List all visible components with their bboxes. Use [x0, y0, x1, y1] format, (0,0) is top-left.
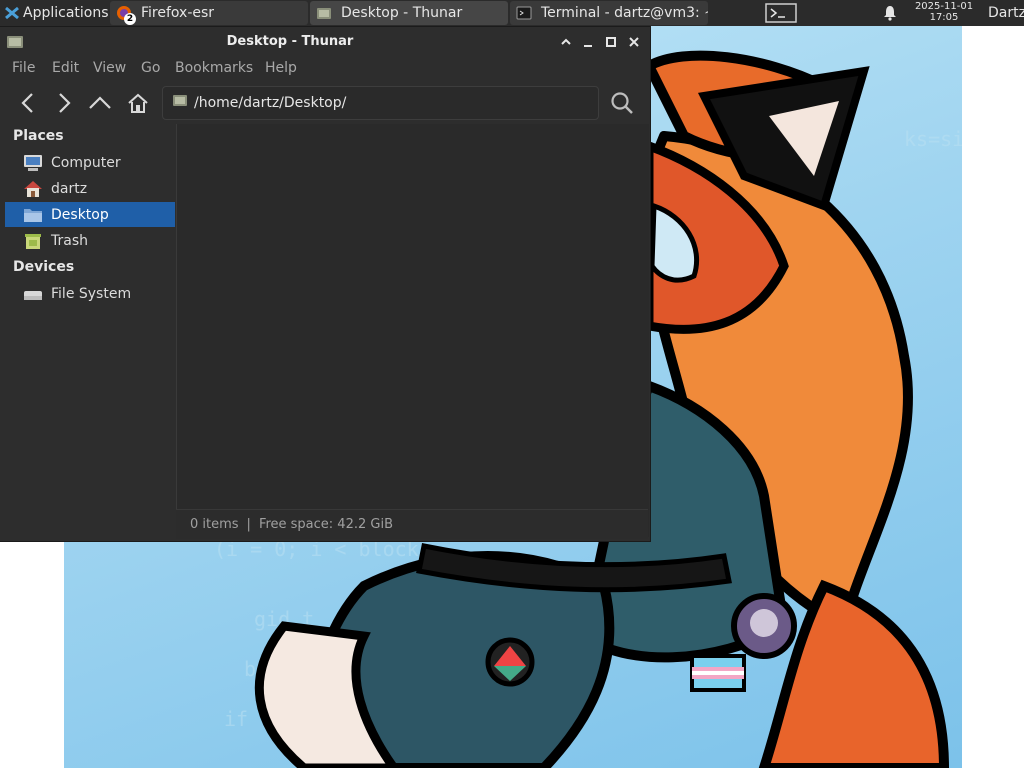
applications-menu-button[interactable]: Applications ☰: [0, 0, 128, 26]
user-menu[interactable]: Dartz: [988, 0, 1024, 26]
home-icon: [128, 93, 148, 113]
menu-file[interactable]: File: [12, 60, 35, 76]
sidebar-item-label: Computer: [51, 154, 121, 171]
close-button[interactable]: [626, 34, 642, 50]
menu-edit[interactable]: Edit: [52, 60, 79, 76]
sidebar-item-label: Trash: [51, 232, 88, 249]
sidebar-item-computer[interactable]: Computer: [5, 150, 175, 175]
places-header: Places: [13, 128, 64, 144]
window-titlebar[interactable]: Desktop - Thunar: [0, 27, 650, 57]
sidebar-item-file-system[interactable]: File System: [5, 281, 175, 306]
top-panel: Applications ☰ 2 Firefox-esr Desktop - T…: [0, 0, 1024, 26]
parent-folder-button[interactable]: [86, 90, 114, 116]
sidebar-item-label: Desktop: [51, 206, 109, 223]
clock[interactable]: 2025-11-01 17:05: [906, 1, 982, 23]
item-count: 0 items: [190, 517, 239, 532]
file-view[interactable]: [176, 124, 649, 537]
computer-icon: [23, 154, 43, 172]
menu-bookmarks[interactable]: Bookmarks: [175, 60, 253, 76]
menu-bar: File Edit View Go Bookmarks Help: [0, 57, 650, 81]
sidebar-item-label: File System: [51, 285, 132, 302]
sidebar-item-dartz[interactable]: dartz: [5, 176, 175, 201]
menu-go[interactable]: Go: [141, 60, 160, 76]
terminal-icon: [516, 5, 532, 21]
window-title: Desktop - Thunar: [226, 34, 354, 49]
back-button[interactable]: [14, 90, 42, 116]
svg-text:ks=si: ks=si: [904, 127, 962, 151]
toolbar: /home/dartz/Desktop/: [0, 83, 650, 123]
status-bar: 0 items | Free space: 42.2 GiB: [176, 509, 648, 539]
taskbar-item-label: Terminal - dartz@vm3: ~: [541, 5, 708, 21]
side-pane: Places Computer dartz Desktop Trash Devi…: [4, 124, 176, 537]
status-separator: |: [246, 517, 251, 532]
bell-icon: [884, 6, 896, 21]
sidebar-item-label: dartz: [51, 180, 88, 197]
taskbar-item-thunar[interactable]: Desktop - Thunar: [310, 1, 508, 25]
search-icon: [611, 92, 633, 114]
home-icon: [23, 180, 43, 198]
thunar-window: Desktop - Thunar File Edit View Go Bookm…: [0, 27, 650, 541]
desktop-folder-icon: [23, 206, 43, 224]
user-name: Dartz: [988, 5, 1024, 21]
sidebar-item-desktop[interactable]: Desktop: [5, 202, 175, 227]
chevron-up-icon: [561, 38, 571, 45]
sidebar-item-trash[interactable]: Trash: [5, 228, 175, 253]
menu-view[interactable]: View: [93, 60, 126, 76]
maximize-button[interactable]: [603, 34, 619, 50]
taskbar-item-firefox[interactable]: 2 Firefox-esr: [110, 1, 308, 25]
xfce-logo-icon: [5, 6, 19, 20]
show-desktop-button[interactable]: [763, 0, 799, 26]
trash-icon: [23, 232, 43, 250]
drive-icon: [23, 285, 43, 303]
clock-date: 2025-11-01: [914, 1, 974, 12]
chevron-up-icon: [89, 96, 111, 109]
location-path: /home/dartz/Desktop/: [194, 95, 347, 111]
chevron-left-icon: [21, 93, 33, 113]
applications-label: Applications: [23, 5, 109, 21]
search-button[interactable]: [608, 89, 636, 117]
clock-time: 17:05: [929, 12, 959, 23]
forward-button[interactable]: [50, 90, 78, 116]
minimize-button[interactable]: [580, 34, 596, 50]
maximize-icon: [606, 37, 616, 47]
devices-header: Devices: [13, 259, 75, 275]
shade-button[interactable]: [558, 34, 574, 50]
firefox-icon: 2: [116, 5, 136, 25]
window-count-badge: 2: [124, 13, 136, 25]
chevron-right-icon: [59, 93, 71, 113]
location-bar[interactable]: /home/dartz/Desktop/: [162, 86, 599, 120]
thunar-folder-icon: [316, 5, 332, 21]
taskbar-item-label: Firefox-esr: [141, 5, 215, 21]
free-space: Free space: 42.2 GiB: [258, 517, 393, 532]
home-button[interactable]: [124, 90, 152, 116]
close-icon: [629, 37, 639, 47]
notifications-button[interactable]: [880, 0, 900, 26]
minimize-icon: [584, 45, 592, 47]
taskbar-item-label: Desktop - Thunar: [341, 5, 463, 21]
desktop-folder-icon: [172, 94, 188, 112]
taskbar-item-terminal[interactable]: Terminal - dartz@vm3: ~: [510, 1, 708, 25]
terminal-launcher-icon: [765, 3, 797, 23]
menu-help[interactable]: Help: [265, 60, 297, 76]
